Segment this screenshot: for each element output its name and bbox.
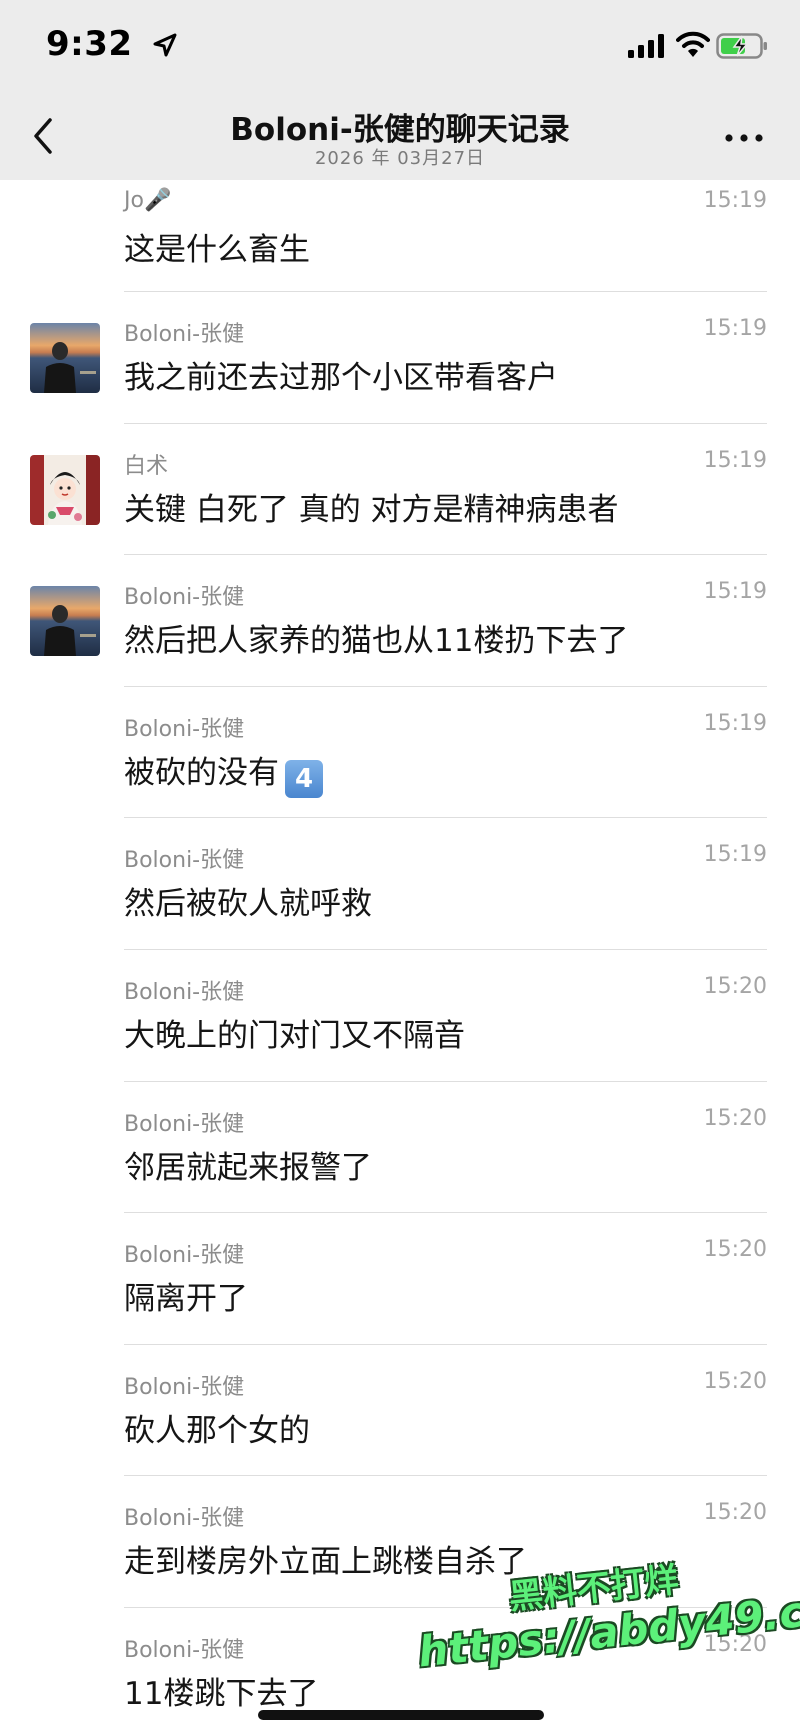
chat-message: Boloni-张健 15:20 邻居就起来报警了 (0, 1082, 800, 1214)
message-sender: Boloni-张健 (124, 1243, 245, 1269)
message-text: 邻居就起来报警了 (124, 1149, 372, 1186)
message-text: 被砍的没有 4 (124, 747, 323, 798)
chat-message: Jo🎤 15:19 这是什么畜生 (0, 180, 800, 292)
chat-message: Boloni-张健 15:19 被砍的没有 4 (0, 687, 800, 819)
chat-message: Boloni-张健 15:19 我之前还去过那个小区带看客户 (0, 292, 800, 424)
keycap-four-emoji: 4 (285, 759, 323, 798)
chat-message: Boloni-张健 15:19 然后把人家养的猫也从11楼扔下去了 (0, 555, 800, 687)
message-time: 15:19 (703, 188, 767, 213)
message-text-content: 被砍的没有 (124, 754, 279, 791)
message-text: 隔离开了 (124, 1281, 248, 1318)
message-text: 关键 白死了 真的 对方是精神病患者 (124, 491, 619, 528)
page-title: Boloni-张健的聊天记录 (230, 112, 570, 148)
cartoon-girl-avatar[interactable] (30, 454, 100, 525)
battery-charging-icon (716, 33, 767, 59)
message-text: 然后被砍人就呼救 (124, 886, 372, 923)
chat-message: Boloni-张健 15:20 大晚上的门对门又不隔音 (0, 950, 800, 1082)
sunset-man-avatar[interactable] (30, 586, 100, 657)
chat-message: 白术 15:19 关键 白死了 真的 对方是精神病患者 (0, 424, 800, 556)
wifi-icon (676, 31, 710, 57)
message-time: 15:19 (703, 316, 767, 341)
status-bar: 9:32 (0, 0, 800, 96)
message-sender: Boloni-张健 (124, 585, 245, 611)
message-time: 15:20 (703, 1500, 767, 1526)
message-time: 15:19 (703, 579, 767, 605)
chat-message: Boloni-张健 15:20 隔离开了 (0, 1213, 800, 1345)
message-sender: Boloni-张健 (124, 1374, 245, 1400)
message-text: 砍人那个女的 (124, 1412, 310, 1449)
cellular-signal-icon (628, 34, 664, 58)
message-time: 15:20 (703, 973, 767, 999)
message-sender: Boloni-张健 (124, 848, 245, 874)
message-time: 15:20 (703, 1237, 767, 1263)
message-time: 15:20 (703, 1105, 767, 1131)
chat-history-screen: 9:32 Boloni-张健的聊天记录 2026 年 03月27日 Jo🎤 15… (0, 0, 800, 1732)
home-indicator[interactable] (258, 1710, 544, 1720)
nav-bar: Boloni-张健的聊天记录 2026 年 03月27日 (0, 96, 800, 180)
message-text: 我之前还去过那个小区带看客户 (124, 360, 558, 396)
ellipsis-icon[interactable] (722, 124, 766, 152)
chat-message: Boloni-张健 15:19 然后被砍人就呼救 (0, 818, 800, 950)
chat-message-list[interactable]: Jo🎤 15:19 这是什么畜生 Boloni-张健 15:19 我之前还去过那… (0, 180, 800, 1732)
status-time: 9:32 (46, 24, 133, 64)
page-date: 2026 年 03月27日 (314, 148, 486, 169)
message-sender: Jo🎤 (124, 188, 172, 213)
message-time: 15:19 (703, 447, 767, 473)
message-sender: Boloni-张健 (124, 1637, 245, 1663)
sunset-man-avatar[interactable] (30, 323, 100, 393)
message-text: 这是什么畜生 (124, 232, 310, 268)
message-time: 15:20 (703, 1368, 767, 1394)
message-sender: Boloni-张健 (124, 979, 245, 1005)
message-text: 大晚上的门对门又不隔音 (124, 1017, 465, 1054)
message-sender: 白术 (124, 453, 169, 479)
message-sender: Boloni-张健 (124, 1111, 245, 1137)
chat-message: Boloni-张健 15:20 砍人那个女的 (0, 1345, 800, 1477)
message-text: 然后把人家养的猫也从11楼扔下去了 (124, 623, 629, 660)
message-time: 15:19 (703, 710, 767, 736)
message-sender: Boloni-张健 (124, 716, 245, 742)
message-time: 15:19 (703, 842, 767, 868)
location-arrow-icon (153, 33, 177, 57)
message-sender: Boloni-张健 (124, 1506, 245, 1532)
message-sender: Boloni-张健 (124, 322, 245, 347)
message-text: 11楼跳下去了 (124, 1675, 319, 1712)
